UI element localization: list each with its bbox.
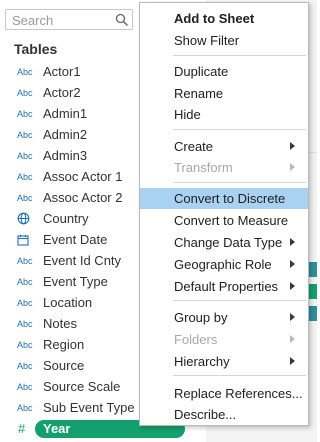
menu-item-label: Group by [174, 310, 228, 325]
field-label: Country [43, 211, 89, 226]
string-type-icon: Abc [17, 318, 33, 329]
menu-item-show-filter[interactable]: Show Filter [140, 30, 308, 51]
string-type-icon: Abc [17, 87, 33, 98]
menu-item-geographic-role[interactable]: Geographic Role [140, 254, 308, 275]
string-type-icon: Abc [17, 402, 33, 413]
field-label: Actor1 [43, 64, 81, 79]
string-type-icon: Abc [17, 381, 33, 392]
menu-item-rename[interactable]: Rename [140, 83, 308, 104]
search-input[interactable]: Search [12, 13, 53, 28]
menu-item-label: Folders [174, 332, 218, 347]
menu-item-label: Hide [174, 107, 201, 122]
menu-item-hide[interactable]: Hide [140, 104, 308, 125]
menu-item-label: Rename [174, 86, 224, 101]
field-label: Event Id Cnty [43, 253, 122, 268]
menu-separator [173, 55, 306, 56]
search-box[interactable]: Search [5, 9, 133, 30]
menu-item-describe[interactable]: Describe... [140, 404, 308, 425]
menu-item-label: Transform [174, 160, 233, 175]
number-type-icon: # [18, 421, 26, 436]
menu-item-hierarchy[interactable]: Hierarchy [140, 351, 308, 372]
field-label: Region [43, 337, 85, 352]
string-type-icon: Abc [17, 255, 33, 266]
field-label: Sub Event Type [43, 400, 135, 415]
menu-item-label: Default Properties [174, 279, 279, 294]
submenu-arrow-icon [290, 163, 295, 171]
string-type-icon: Abc [17, 360, 33, 371]
string-type-icon: Abc [17, 297, 33, 308]
menu-item-duplicate[interactable]: Duplicate [140, 61, 308, 82]
field-label: Event Type [43, 274, 108, 289]
field-label: Event Date [43, 232, 108, 247]
menu-item-add-to-sheet[interactable]: Add to Sheet [140, 8, 308, 29]
menu-item-label: Describe... [174, 407, 237, 422]
string-type-icon: Abc [17, 339, 33, 350]
submenu-arrow-icon [290, 238, 295, 246]
menu-item-create[interactable]: Create [140, 136, 308, 157]
field-label: Year [43, 421, 71, 436]
string-type-icon: Abc [17, 108, 33, 119]
menu-separator [173, 300, 306, 301]
globe-icon [17, 212, 35, 225]
menu-item-label: Change Data Type [174, 235, 283, 250]
field-label: Assoc Actor 2 [43, 190, 123, 205]
menu-item-replace-references[interactable]: Replace References... [140, 383, 308, 404]
context-menu: Add to Sheet Show Filter Duplicate Renam… [139, 2, 309, 426]
calendar-icon [17, 234, 35, 246]
field-label: Admin2 [43, 127, 88, 142]
field-label: Notes [43, 316, 77, 331]
menu-item-folders: Folders [140, 329, 308, 350]
menu-item-label: Show Filter [174, 33, 240, 48]
string-type-icon: Abc [17, 192, 33, 203]
field-label: Admin3 [43, 148, 88, 163]
submenu-arrow-icon [290, 260, 295, 268]
string-type-icon: Abc [17, 171, 33, 182]
submenu-arrow-icon [290, 142, 295, 150]
submenu-arrow-icon [290, 335, 295, 343]
field-label: Source [43, 358, 85, 373]
field-label: Assoc Actor 1 [43, 169, 123, 184]
field-label: Location [43, 295, 93, 310]
field-label: Source Scale [43, 379, 121, 394]
menu-separator [173, 375, 306, 376]
menu-item-label: Hierarchy [174, 354, 230, 369]
menu-item-label: Duplicate [174, 64, 229, 79]
menu-separator [173, 182, 306, 183]
string-type-icon: Abc [17, 150, 33, 161]
field-label: Actor2 [43, 85, 81, 100]
menu-item-group-by[interactable]: Group by [140, 307, 308, 328]
menu-item-change-data-type[interactable]: Change Data Type [140, 232, 308, 253]
menu-item-label: Geographic Role [174, 257, 272, 272]
menu-item-convert-to-measure[interactable]: Convert to Measure [140, 210, 308, 231]
menu-item-label: Replace References... [174, 386, 303, 401]
menu-item-label: Create [174, 139, 214, 154]
menu-item-label: Convert to Measure [174, 213, 289, 228]
submenu-arrow-icon [290, 357, 295, 365]
menu-item-default-properties[interactable]: Default Properties [140, 276, 308, 297]
submenu-arrow-icon [290, 282, 295, 290]
string-type-icon: Abc [17, 66, 33, 77]
search-icon[interactable] [115, 13, 129, 27]
menu-item-convert-to-discrete[interactable]: Convert to Discrete [140, 188, 308, 209]
string-type-icon: Abc [17, 129, 33, 140]
menu-item-label: Convert to Discrete [174, 191, 286, 206]
menu-item-transform: Transform [140, 157, 308, 178]
submenu-arrow-icon [290, 313, 295, 321]
field-label: Admin1 [43, 106, 88, 121]
menu-item-label: Add to Sheet [174, 11, 255, 26]
menu-separator [173, 129, 306, 130]
tables-heading: Tables [14, 41, 58, 57]
string-type-icon: Abc [17, 276, 33, 287]
